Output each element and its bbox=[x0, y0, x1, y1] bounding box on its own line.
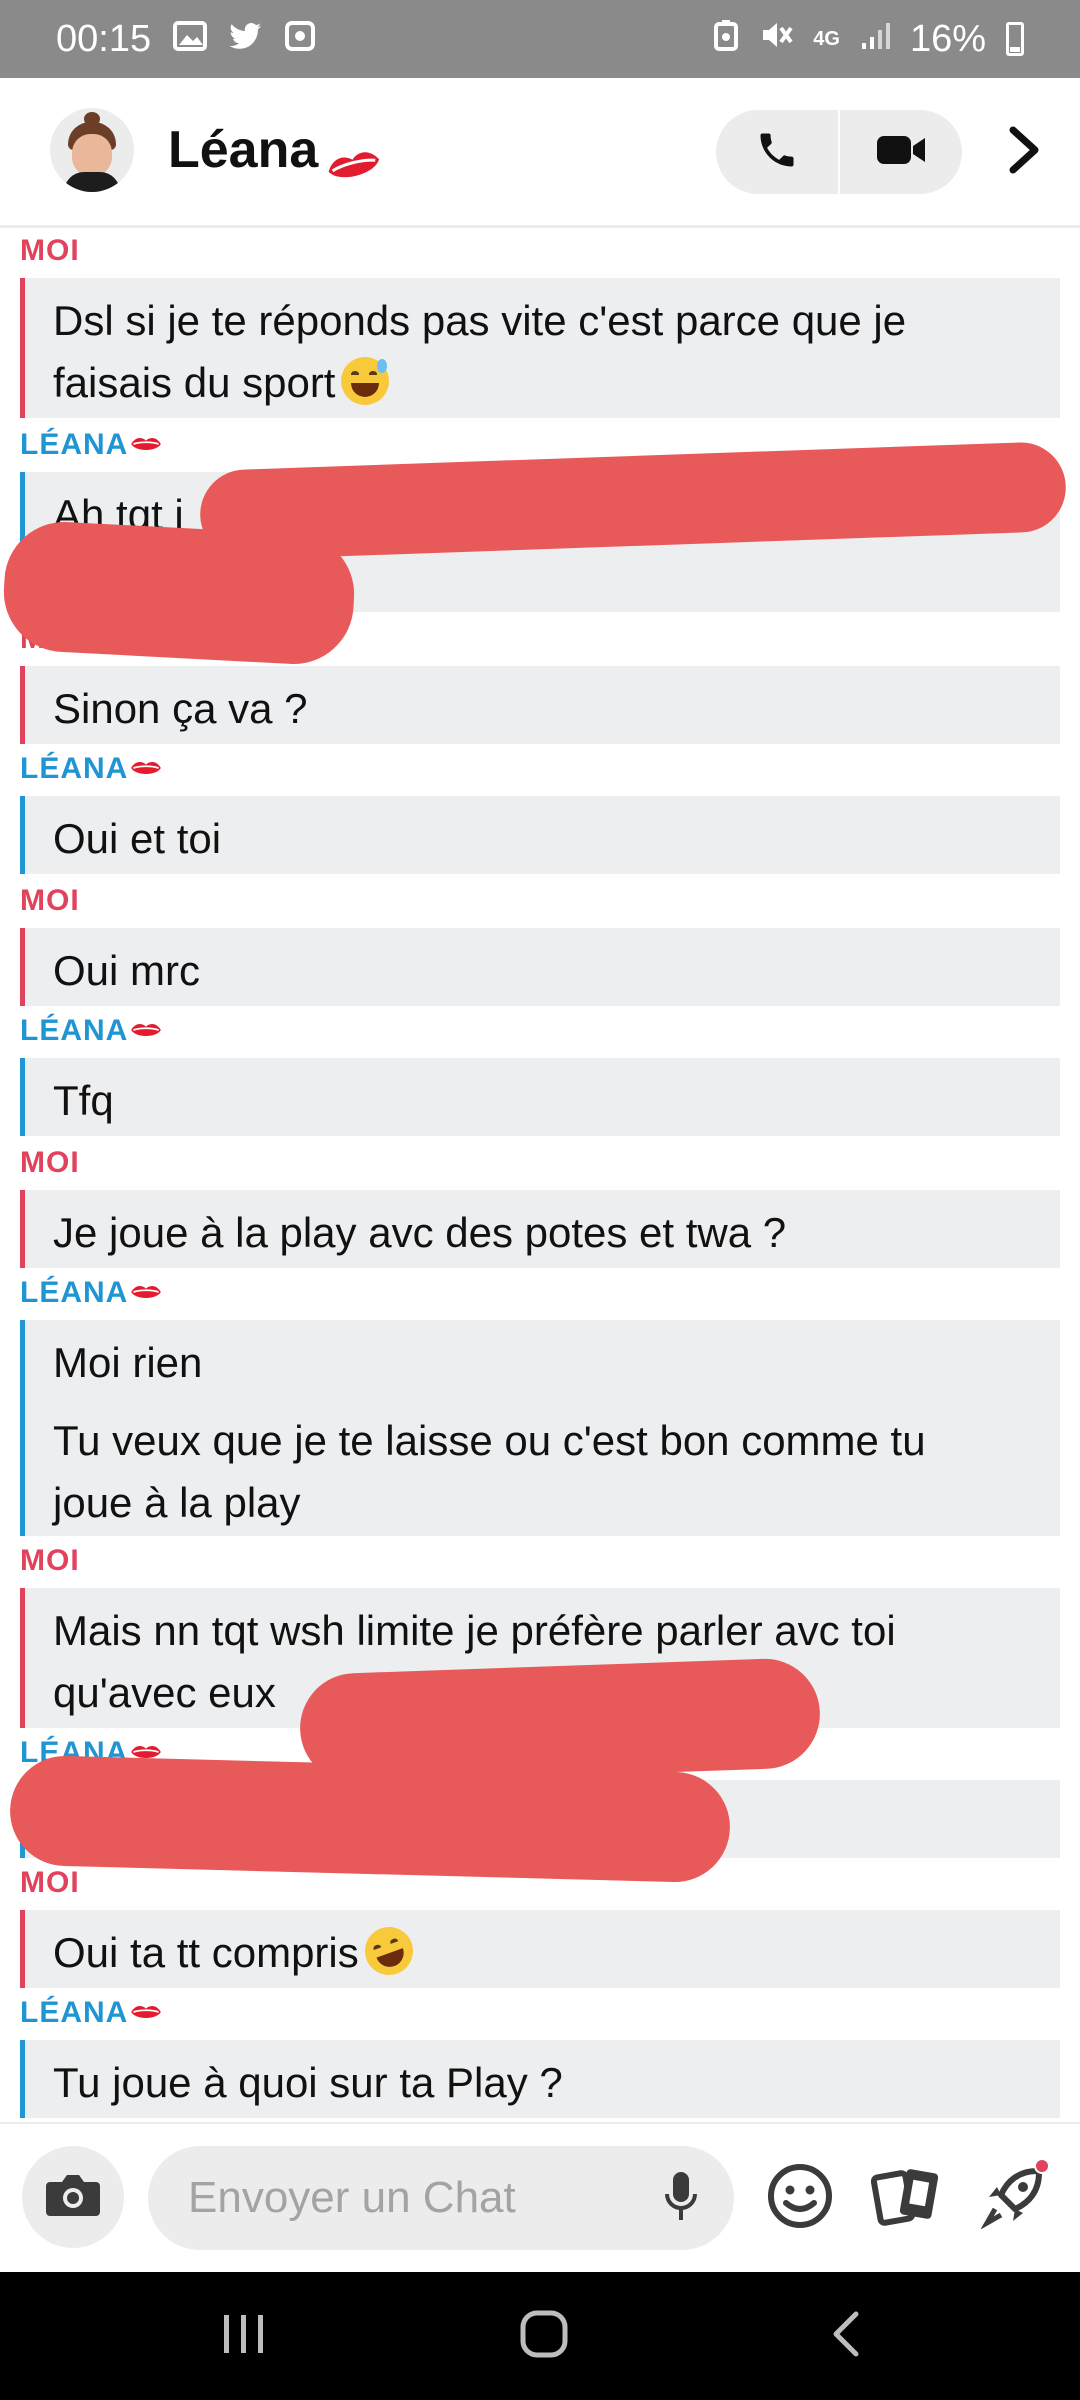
cards-button[interactable] bbox=[868, 2160, 944, 2236]
sender-label-contact: LÉANA bbox=[20, 1996, 162, 2030]
signal-icon bbox=[860, 18, 890, 61]
voice-note-button[interactable] bbox=[656, 2170, 706, 2226]
status-time: 00:15 bbox=[56, 17, 152, 60]
gallery-notification-icon bbox=[173, 18, 208, 61]
message-text: Oui ta tt compris bbox=[53, 1929, 359, 1976]
launch-games-button[interactable] bbox=[976, 2158, 1052, 2236]
message-text: Oui et toi bbox=[53, 815, 222, 862]
call-button-group bbox=[716, 110, 962, 194]
recent-apps-button[interactable] bbox=[204, 2300, 284, 2372]
message-text: Tfq bbox=[53, 1077, 114, 1124]
sender-label-me: MOI bbox=[20, 1146, 80, 1179]
message-bubble[interactable]: Tfq bbox=[20, 1058, 1060, 1136]
home-icon bbox=[518, 2308, 570, 2365]
back-chevron-icon bbox=[828, 2308, 864, 2365]
emoji-button[interactable] bbox=[762, 2160, 838, 2236]
data-saver-icon bbox=[713, 18, 739, 61]
rocket-icon bbox=[980, 2163, 1047, 2234]
contact-name-text: Léana bbox=[168, 121, 319, 179]
message-text: Dsl si je te réponds pas vite c'est parc… bbox=[53, 297, 907, 344]
mute-icon bbox=[759, 18, 793, 61]
kiss-lips-icon bbox=[130, 1276, 162, 1310]
more-options-button[interactable] bbox=[996, 124, 1052, 180]
video-camera-icon bbox=[875, 132, 927, 173]
rolling-laughing-emoji-icon bbox=[358, 1920, 420, 1982]
sender-label-contact: LÉANA bbox=[20, 1276, 162, 1310]
chat-header: Léana bbox=[0, 78, 1080, 228]
kiss-lips-icon bbox=[319, 129, 381, 178]
status-right: 4G 16% bbox=[713, 18, 1024, 61]
notification-dot bbox=[1034, 2158, 1050, 2174]
battery-percent: 16% bbox=[909, 17, 986, 60]
smiley-face-icon bbox=[767, 2163, 833, 2234]
chevron-right-icon bbox=[1007, 126, 1041, 179]
network-type-label: 4G bbox=[813, 28, 840, 50]
sender-label-me: MOI bbox=[20, 884, 80, 917]
message-text: Tu joue à quoi sur ta Play ? bbox=[53, 2059, 563, 2106]
message-bubble[interactable]: Tu joue à quoi sur ta Play ? bbox=[20, 2040, 1060, 2118]
sender-label-me: MOI bbox=[20, 1866, 80, 1899]
composer-bar bbox=[0, 2122, 1080, 2272]
camera-icon bbox=[44, 2172, 102, 2223]
message-bubble[interactable]: Dsl si je te réponds pas vite c'est parc… bbox=[20, 278, 1060, 418]
message-text: Je joue à la play avc des potes et twa ? bbox=[53, 1209, 787, 1256]
sender-label-me: MOI bbox=[20, 1544, 80, 1577]
status-left: 00:15 bbox=[56, 17, 316, 61]
kiss-lips-icon bbox=[130, 752, 162, 786]
message-text: Moi rien bbox=[53, 1339, 203, 1386]
sender-label-contact: LÉANA bbox=[20, 1014, 162, 1048]
message-bubble[interactable]: Sinon ça va ? bbox=[20, 666, 1060, 744]
message-text: Tu veux que je te laisse ou c'est bon co… bbox=[53, 1417, 926, 1464]
chat-thread[interactable]: MOI Dsl si je te réponds pas vite c'est … bbox=[0, 228, 1080, 2122]
contact-avatar[interactable] bbox=[50, 108, 134, 192]
sender-label-contact: LÉANA bbox=[20, 428, 162, 462]
video-call-button[interactable] bbox=[840, 110, 962, 194]
chat-input[interactable] bbox=[148, 2146, 734, 2250]
message-bubble[interactable]: Moi rien Tu veux que je te laisse ou c'e… bbox=[20, 1320, 1060, 1536]
twitter-notification-icon bbox=[229, 18, 263, 61]
kiss-lips-icon bbox=[130, 428, 162, 462]
microphone-icon bbox=[663, 2170, 699, 2227]
redaction-mark bbox=[330, 1743, 490, 1803]
status-bar: 00:15 4G 16% bbox=[0, 0, 1080, 78]
camera-button[interactable] bbox=[22, 2146, 124, 2248]
contact-name-title[interactable]: Léana bbox=[168, 120, 381, 180]
message-text: joue à la play bbox=[53, 1479, 301, 1526]
message-text: Mais nn tqt wsh limite je préfère parler… bbox=[53, 1607, 896, 1654]
recent-apps-icon bbox=[220, 2311, 268, 2362]
battery-icon bbox=[1006, 22, 1024, 56]
message-text: faisais du sport bbox=[53, 359, 336, 406]
message-bubble[interactable]: Oui mrc bbox=[20, 928, 1060, 1006]
grinning-sweat-emoji-icon bbox=[341, 357, 390, 405]
message-bubble[interactable]: Je joue à la play avc des potes et twa ? bbox=[20, 1190, 1060, 1268]
message-text: Oui mrc bbox=[53, 947, 200, 994]
message-bubble[interactable]: Oui ta tt compris bbox=[20, 1910, 1060, 1988]
sender-label-contact: LÉANA bbox=[20, 752, 162, 786]
app-notification-icon bbox=[285, 18, 316, 61]
sender-label-me: MOI bbox=[20, 234, 80, 267]
phone-icon bbox=[755, 128, 799, 177]
system-nav-bar bbox=[0, 2272, 1080, 2400]
kiss-lips-icon bbox=[130, 1014, 162, 1048]
message-bubble[interactable]: Oui et toi bbox=[20, 796, 1060, 874]
kiss-lips-icon bbox=[130, 1996, 162, 2030]
cards-icon bbox=[870, 2163, 941, 2234]
message-text: Sinon ça va ? bbox=[53, 685, 308, 732]
redaction-mark bbox=[0, 518, 358, 668]
back-button[interactable] bbox=[806, 2300, 886, 2372]
voice-call-button[interactable] bbox=[716, 110, 838, 194]
home-button[interactable] bbox=[504, 2300, 584, 2372]
